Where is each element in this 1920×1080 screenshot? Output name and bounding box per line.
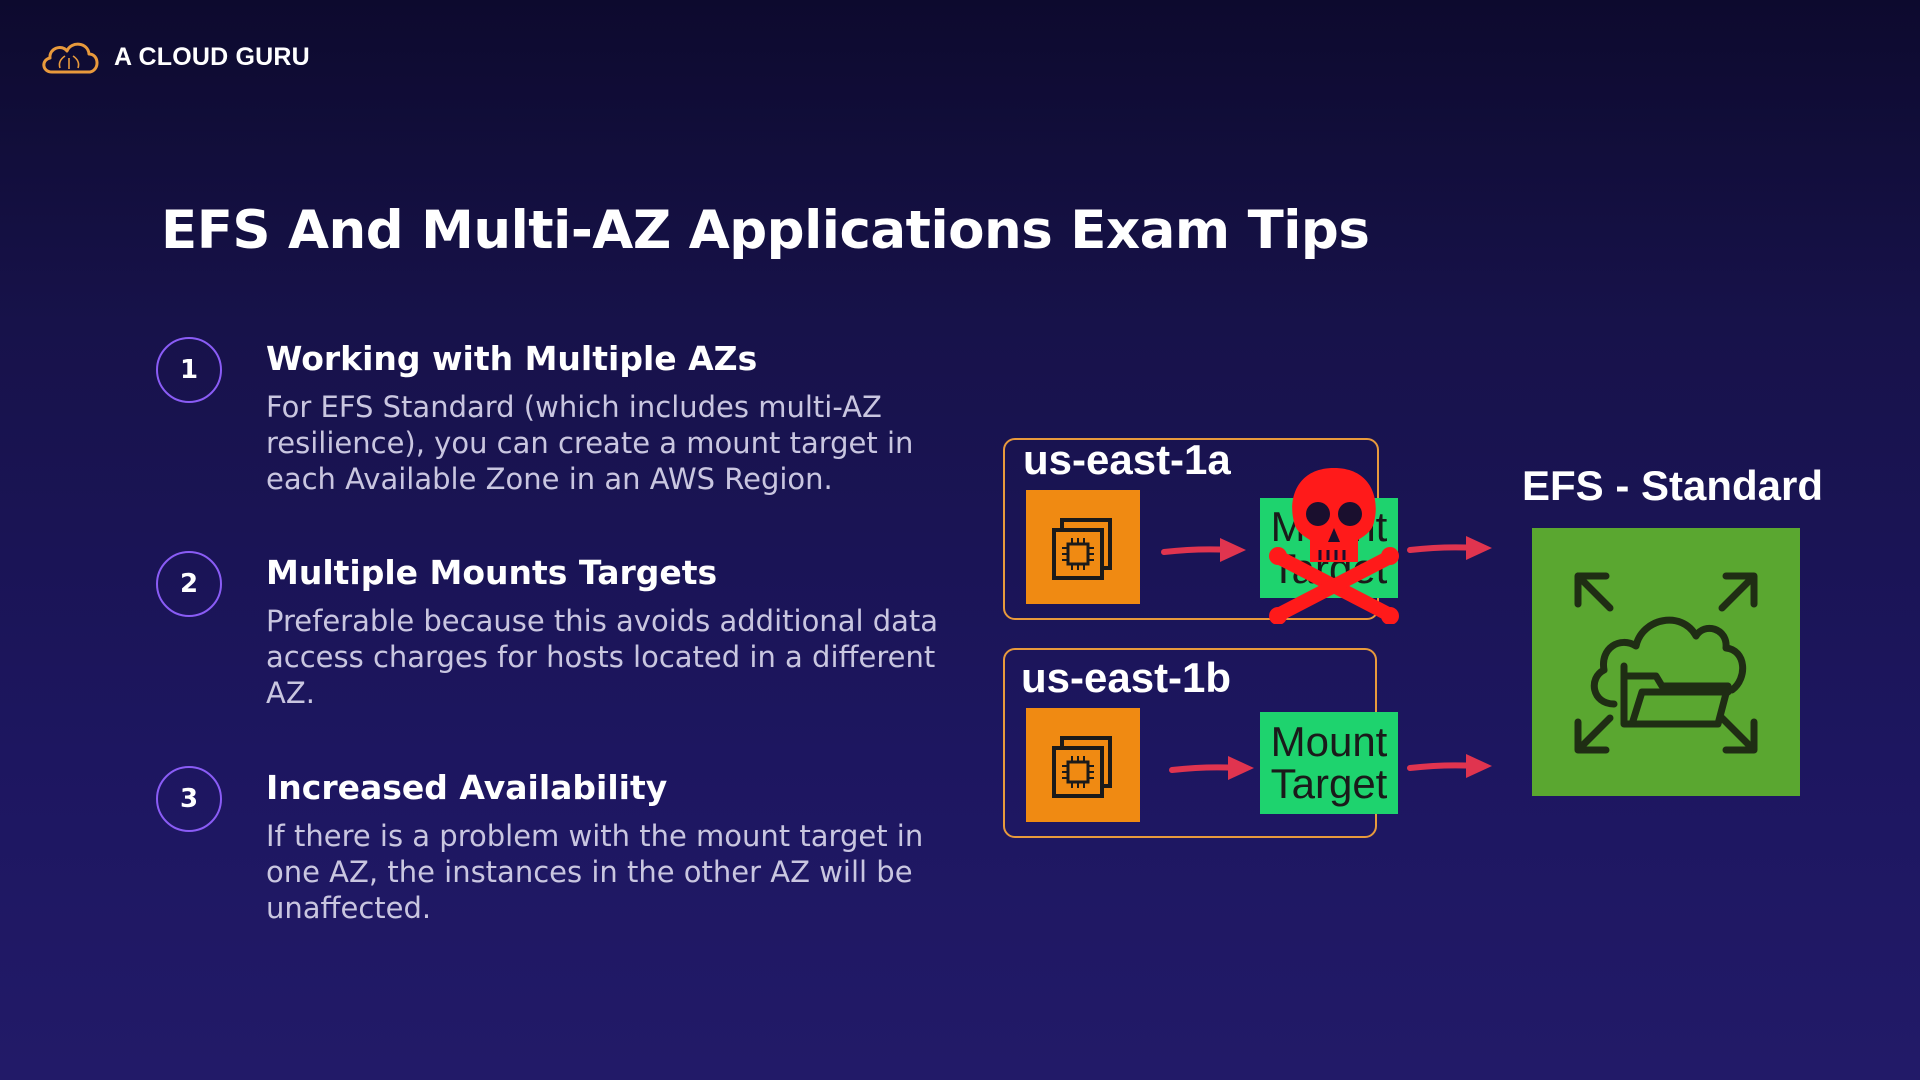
mount-target-us-east-1b: Mount Target (1260, 712, 1398, 814)
brand-name: A CLOUD GURU (114, 42, 310, 71)
chip-icon (1052, 736, 1112, 798)
efs-standard-icon (1532, 528, 1800, 796)
tip-body: For EFS Standard (which includes multi-A… (266, 390, 914, 496)
tip-body: Preferable because this avoids additiona… (266, 604, 939, 710)
efs-label: EFS - Standard (1522, 462, 1824, 509)
tip-title: Multiple Mounts Targets (266, 553, 718, 592)
mount-target-label-line2: Target (1270, 760, 1388, 807)
arrow-icon (1169, 756, 1254, 780)
skull-crossbones-icon (1269, 468, 1399, 624)
tip-number-badge: 3 (156, 766, 222, 832)
tip-body: If there is a problem with the mount tar… (266, 819, 924, 925)
efs-cloud-folder-icon (1574, 572, 1758, 754)
arrow-icon (1407, 536, 1492, 560)
chip-icon (1052, 518, 1112, 580)
brand-logo: A CLOUD GURU (38, 36, 310, 78)
az-label: us-east-1b (1021, 654, 1232, 701)
cloud-logo-icon (42, 42, 99, 74)
tip-number-badge: 1 (156, 337, 222, 403)
ec2-instance-icon (1026, 708, 1140, 822)
mount-target-label-line1: Mount (1270, 718, 1388, 765)
az-label: us-east-1a (1023, 436, 1231, 483)
tip-title: Working with Multiple AZs (266, 339, 758, 378)
ec2-instance-icon (1026, 490, 1140, 604)
tip-number-badge: 2 (156, 551, 222, 617)
arrow-icon (1407, 754, 1492, 778)
page-title: EFS And Multi-AZ Applications Exam Tips (161, 200, 1370, 261)
tip-title: Increased Availability (266, 768, 668, 807)
arrow-icon (1161, 538, 1246, 562)
